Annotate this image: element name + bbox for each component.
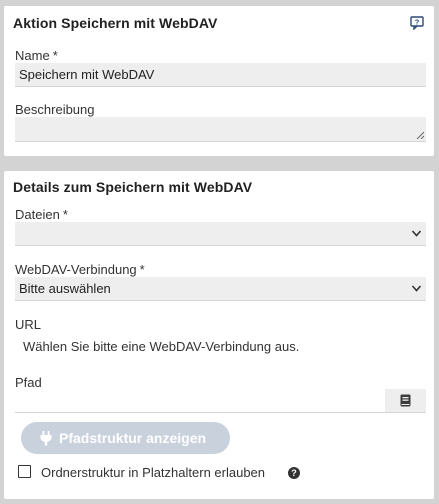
files-label: Dateien * — [15, 207, 68, 222]
required-mark: * — [139, 262, 145, 277]
name-label: Name * — [15, 48, 58, 63]
required-mark: * — [52, 48, 58, 63]
path-label: Pfad — [15, 375, 42, 390]
help-icon[interactable]: ? — [410, 16, 424, 31]
book-icon — [400, 394, 411, 407]
folder-structure-checkbox[interactable] — [18, 465, 31, 478]
show-path-structure-label: Pfadstruktur anzeigen — [59, 430, 207, 446]
action-panel-title: Aktion Speichern mit WebDAV — [13, 15, 218, 31]
connection-label-text: WebDAV-Verbindung — [15, 262, 137, 277]
path-input[interactable] — [15, 389, 385, 413]
name-input-value: Speichern mit WebDAV — [19, 67, 155, 82]
chevron-down-icon — [411, 230, 422, 237]
name-input[interactable]: Speichern mit WebDAV — [15, 63, 426, 87]
files-select[interactable] — [15, 222, 426, 246]
details-panel: Details zum Speichern mit WebDAV Dateien… — [4, 171, 434, 499]
url-hint-text: Wählen Sie bitte eine WebDAV-Verbindung … — [23, 339, 300, 354]
action-panel: Aktion Speichern mit WebDAV ? Name * Spei… — [4, 6, 434, 156]
required-mark: * — [62, 207, 68, 222]
url-label: URL — [15, 317, 42, 332]
chevron-down-icon — [411, 285, 422, 292]
folder-structure-checkbox-label[interactable]: Ordnerstruktur in Platzhaltern erlauben — [41, 465, 265, 480]
path-browse-button[interactable] — [385, 389, 426, 413]
webdav-connection-value: Bitte auswählen — [19, 281, 111, 296]
webdav-connection-select[interactable]: Bitte auswählen — [15, 277, 426, 301]
svg-text:?: ? — [415, 18, 420, 27]
show-path-structure-button[interactable]: Pfadstruktur anzeigen — [21, 422, 230, 454]
question-circle-icon[interactable]: ? — [288, 466, 300, 479]
svg-text:?: ? — [291, 468, 297, 478]
connection-label: WebDAV-Verbindung * — [15, 262, 145, 277]
plug-icon — [40, 431, 52, 446]
description-textarea[interactable] — [15, 117, 426, 142]
details-panel-title: Details zum Speichern mit WebDAV — [13, 179, 253, 195]
resize-grip-icon[interactable] — [416, 131, 424, 139]
name-label-text: Name — [15, 48, 50, 63]
files-label-text: Dateien — [15, 207, 60, 222]
description-label: Beschreibung — [15, 102, 95, 117]
